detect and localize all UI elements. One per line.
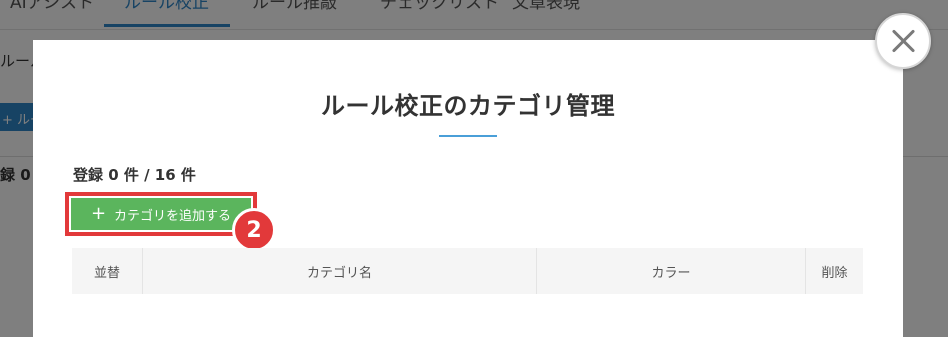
- add-category-label: カテゴリを追加する: [114, 208, 232, 224]
- registration-count: 登録 0 件 / 16 件: [73, 166, 196, 184]
- column-header-color: カラー: [537, 248, 806, 294]
- close-icon: [890, 28, 916, 54]
- title-underline: [439, 135, 497, 137]
- modal-title: ルール校正のカテゴリ管理: [321, 92, 615, 120]
- category-management-modal: ルール校正のカテゴリ管理 登録 0 件 / 16 件 + カテゴリを追加する 2…: [33, 40, 903, 337]
- step-number-badge: 2: [232, 208, 276, 252]
- close-button[interactable]: [875, 13, 931, 69]
- add-category-button[interactable]: + カテゴリを追加する: [71, 198, 251, 230]
- column-header-delete: 削除: [821, 265, 848, 281]
- category-table-header: 並替 カテゴリ名 カラー 削除: [72, 248, 863, 294]
- column-header-category-name: カテゴリ名: [143, 248, 537, 294]
- column-header-order: 並替: [72, 248, 143, 294]
- plus-icon: +: [90, 203, 107, 224]
